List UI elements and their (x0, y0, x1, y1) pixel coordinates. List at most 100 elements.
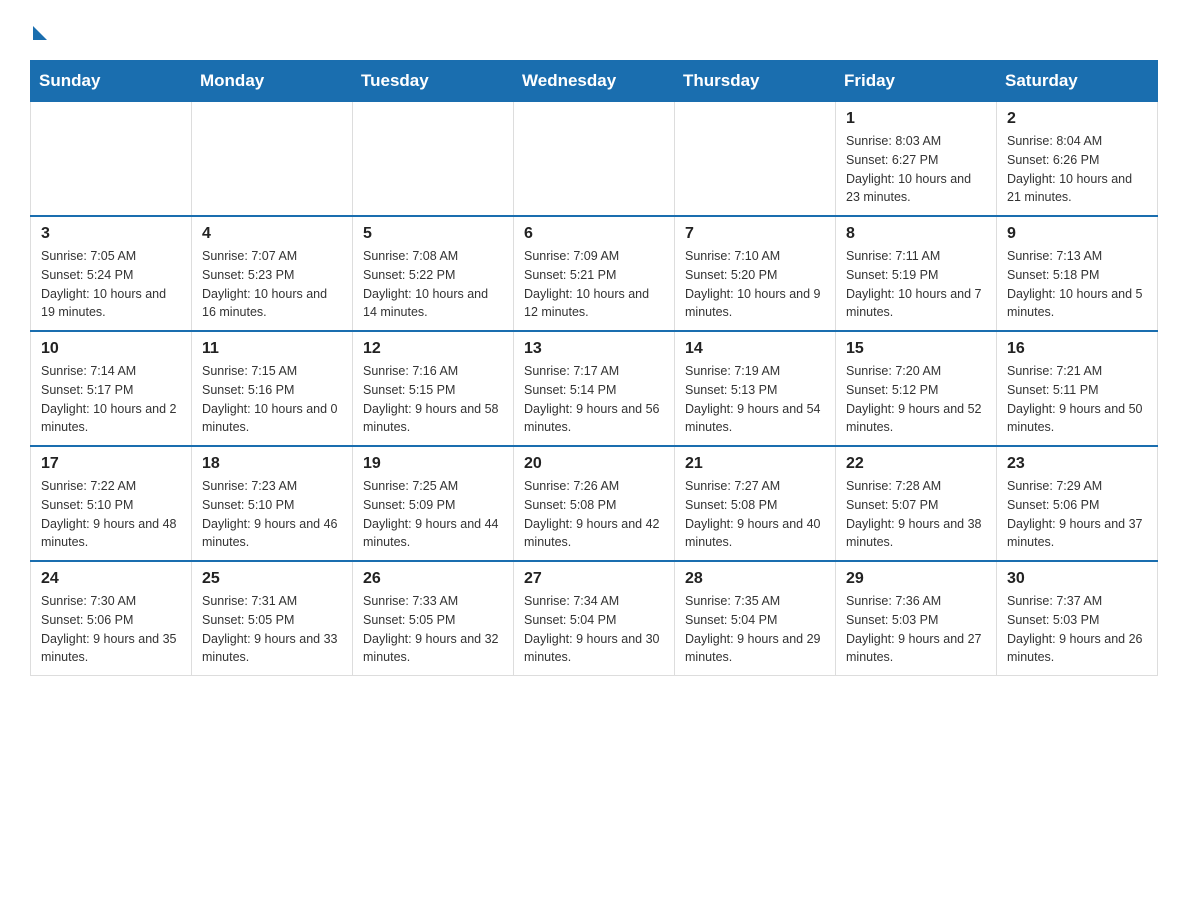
day-number: 10 (41, 340, 181, 358)
column-header-wednesday: Wednesday (514, 61, 675, 102)
day-info: Sunrise: 7:29 AM Sunset: 5:06 PM Dayligh… (1007, 477, 1147, 552)
day-number: 5 (363, 225, 503, 243)
column-header-friday: Friday (836, 61, 997, 102)
calendar-week-row: 1 Sunrise: 8:03 AM Sunset: 6:27 PM Daylig… (31, 102, 1158, 217)
calendar-cell: 13 Sunrise: 7:17 AM Sunset: 5:14 PM Dayli… (514, 331, 675, 446)
day-number: 12 (363, 340, 503, 358)
calendar-week-row: 3 Sunrise: 7:05 AM Sunset: 5:24 PM Daylig… (31, 216, 1158, 331)
day-info: Sunrise: 7:14 AM Sunset: 5:17 PM Dayligh… (41, 362, 181, 437)
calendar-cell: 18 Sunrise: 7:23 AM Sunset: 5:10 PM Dayli… (192, 446, 353, 561)
calendar-cell: 21Sunrise: 7:27 AM Sunset: 5:08 PM Dayli… (675, 446, 836, 561)
calendar-cell: 5 Sunrise: 7:08 AM Sunset: 5:22 PM Daylig… (353, 216, 514, 331)
calendar-cell: 11Sunrise: 7:15 AM Sunset: 5:16 PM Dayli… (192, 331, 353, 446)
logo-arrow-icon (33, 26, 47, 40)
calendar-cell (514, 102, 675, 217)
day-number: 25 (202, 570, 342, 588)
day-info: Sunrise: 7:13 AM Sunset: 5:18 PM Dayligh… (1007, 247, 1147, 322)
calendar-header-row: SundayMondayTuesdayWednesdayThursdayFrid… (31, 61, 1158, 102)
calendar-cell: 23 Sunrise: 7:29 AM Sunset: 5:06 PM Dayli… (997, 446, 1158, 561)
column-header-monday: Monday (192, 61, 353, 102)
day-info: Sunrise: 7:11 AM Sunset: 5:19 PM Dayligh… (846, 247, 986, 322)
calendar-cell: 15Sunrise: 7:20 AM Sunset: 5:12 PM Dayli… (836, 331, 997, 446)
day-number: 20 (524, 455, 664, 473)
day-number: 23 (1007, 455, 1147, 473)
day-info: Sunrise: 7:35 AM Sunset: 5:04 PM Dayligh… (685, 592, 825, 667)
day-number: 13 (524, 340, 664, 358)
day-info: Sunrise: 7:21 AM Sunset: 5:11 PM Dayligh… (1007, 362, 1147, 437)
calendar-cell: 17 Sunrise: 7:22 AM Sunset: 5:10 PM Dayli… (31, 446, 192, 561)
calendar-cell (192, 102, 353, 217)
day-info: Sunrise: 7:07 AM Sunset: 5:23 PM Dayligh… (202, 247, 342, 322)
column-header-sunday: Sunday (31, 61, 192, 102)
day-info: Sunrise: 8:03 AM Sunset: 6:27 PM Dayligh… (846, 132, 986, 207)
calendar-cell (675, 102, 836, 217)
calendar-cell: 6 Sunrise: 7:09 AM Sunset: 5:21 PM Daylig… (514, 216, 675, 331)
day-info: Sunrise: 7:30 AM Sunset: 5:06 PM Dayligh… (41, 592, 181, 667)
day-info: Sunrise: 7:34 AM Sunset: 5:04 PM Dayligh… (524, 592, 664, 667)
calendar-cell: 12 Sunrise: 7:16 AM Sunset: 5:15 PM Dayli… (353, 331, 514, 446)
day-number: 24 (41, 570, 181, 588)
day-info: Sunrise: 7:08 AM Sunset: 5:22 PM Dayligh… (363, 247, 503, 322)
day-info: Sunrise: 7:05 AM Sunset: 5:24 PM Dayligh… (41, 247, 181, 322)
calendar-cell: 16 Sunrise: 7:21 AM Sunset: 5:11 PM Dayli… (997, 331, 1158, 446)
day-number: 1 (846, 110, 986, 128)
calendar-cell (31, 102, 192, 217)
day-number: 15 (846, 340, 986, 358)
day-number: 16 (1007, 340, 1147, 358)
calendar-cell: 8Sunrise: 7:11 AM Sunset: 5:19 PM Daylig… (836, 216, 997, 331)
day-info: Sunrise: 7:16 AM Sunset: 5:15 PM Dayligh… (363, 362, 503, 437)
day-number: 7 (685, 225, 825, 243)
day-number: 4 (202, 225, 342, 243)
day-info: Sunrise: 8:04 AM Sunset: 6:26 PM Dayligh… (1007, 132, 1147, 207)
day-info: Sunrise: 7:17 AM Sunset: 5:14 PM Dayligh… (524, 362, 664, 437)
calendar-cell: 3 Sunrise: 7:05 AM Sunset: 5:24 PM Daylig… (31, 216, 192, 331)
day-info: Sunrise: 7:26 AM Sunset: 5:08 PM Dayligh… (524, 477, 664, 552)
calendar-cell: 29 Sunrise: 7:36 AM Sunset: 5:03 PM Dayli… (836, 561, 997, 676)
calendar-cell: 22 Sunrise: 7:28 AM Sunset: 5:07 PM Dayli… (836, 446, 997, 561)
day-info: Sunrise: 7:33 AM Sunset: 5:05 PM Dayligh… (363, 592, 503, 667)
day-number: 9 (1007, 225, 1147, 243)
day-number: 18 (202, 455, 342, 473)
calendar-cell: 30Sunrise: 7:37 AM Sunset: 5:03 PM Dayli… (997, 561, 1158, 676)
day-info: Sunrise: 7:37 AM Sunset: 5:03 PM Dayligh… (1007, 592, 1147, 667)
day-number: 11 (202, 340, 342, 358)
day-info: Sunrise: 7:23 AM Sunset: 5:10 PM Dayligh… (202, 477, 342, 552)
calendar-cell: 27 Sunrise: 7:34 AM Sunset: 5:04 PM Dayli… (514, 561, 675, 676)
calendar-cell: 25 Sunrise: 7:31 AM Sunset: 5:05 PM Dayli… (192, 561, 353, 676)
day-number: 29 (846, 570, 986, 588)
column-header-saturday: Saturday (997, 61, 1158, 102)
calendar-week-row: 10 Sunrise: 7:14 AM Sunset: 5:17 PM Dayli… (31, 331, 1158, 446)
day-number: 21 (685, 455, 825, 473)
calendar-week-row: 24 Sunrise: 7:30 AM Sunset: 5:06 PM Dayli… (31, 561, 1158, 676)
day-info: Sunrise: 7:22 AM Sunset: 5:10 PM Dayligh… (41, 477, 181, 552)
calendar-cell: 10 Sunrise: 7:14 AM Sunset: 5:17 PM Dayli… (31, 331, 192, 446)
calendar-cell: 7 Sunrise: 7:10 AM Sunset: 5:20 PM Daylig… (675, 216, 836, 331)
day-info: Sunrise: 7:25 AM Sunset: 5:09 PM Dayligh… (363, 477, 503, 552)
day-number: 19 (363, 455, 503, 473)
column-header-tuesday: Tuesday (353, 61, 514, 102)
calendar-table: SundayMondayTuesdayWednesdayThursdayFrid… (30, 60, 1158, 676)
calendar-cell: 2 Sunrise: 8:04 AM Sunset: 6:26 PM Daylig… (997, 102, 1158, 217)
calendar-week-row: 17 Sunrise: 7:22 AM Sunset: 5:10 PM Dayli… (31, 446, 1158, 561)
day-info: Sunrise: 7:36 AM Sunset: 5:03 PM Dayligh… (846, 592, 986, 667)
calendar-cell: 9 Sunrise: 7:13 AM Sunset: 5:18 PM Daylig… (997, 216, 1158, 331)
day-number: 27 (524, 570, 664, 588)
day-number: 3 (41, 225, 181, 243)
day-number: 26 (363, 570, 503, 588)
day-number: 17 (41, 455, 181, 473)
day-info: Sunrise: 7:28 AM Sunset: 5:07 PM Dayligh… (846, 477, 986, 552)
day-number: 2 (1007, 110, 1147, 128)
calendar-cell: 14 Sunrise: 7:19 AM Sunset: 5:13 PM Dayli… (675, 331, 836, 446)
logo (30, 20, 64, 40)
day-number: 22 (846, 455, 986, 473)
day-info: Sunrise: 7:19 AM Sunset: 5:13 PM Dayligh… (685, 362, 825, 437)
day-number: 6 (524, 225, 664, 243)
page-header (30, 20, 1158, 40)
day-number: 14 (685, 340, 825, 358)
calendar-cell: 26 Sunrise: 7:33 AM Sunset: 5:05 PM Dayli… (353, 561, 514, 676)
calendar-cell (353, 102, 514, 217)
day-info: Sunrise: 7:10 AM Sunset: 5:20 PM Dayligh… (685, 247, 825, 322)
calendar-cell: 4 Sunrise: 7:07 AM Sunset: 5:23 PM Daylig… (192, 216, 353, 331)
day-info: Sunrise: 7:09 AM Sunset: 5:21 PM Dayligh… (524, 247, 664, 322)
day-info: Sunrise: 7:31 AM Sunset: 5:05 PM Dayligh… (202, 592, 342, 667)
